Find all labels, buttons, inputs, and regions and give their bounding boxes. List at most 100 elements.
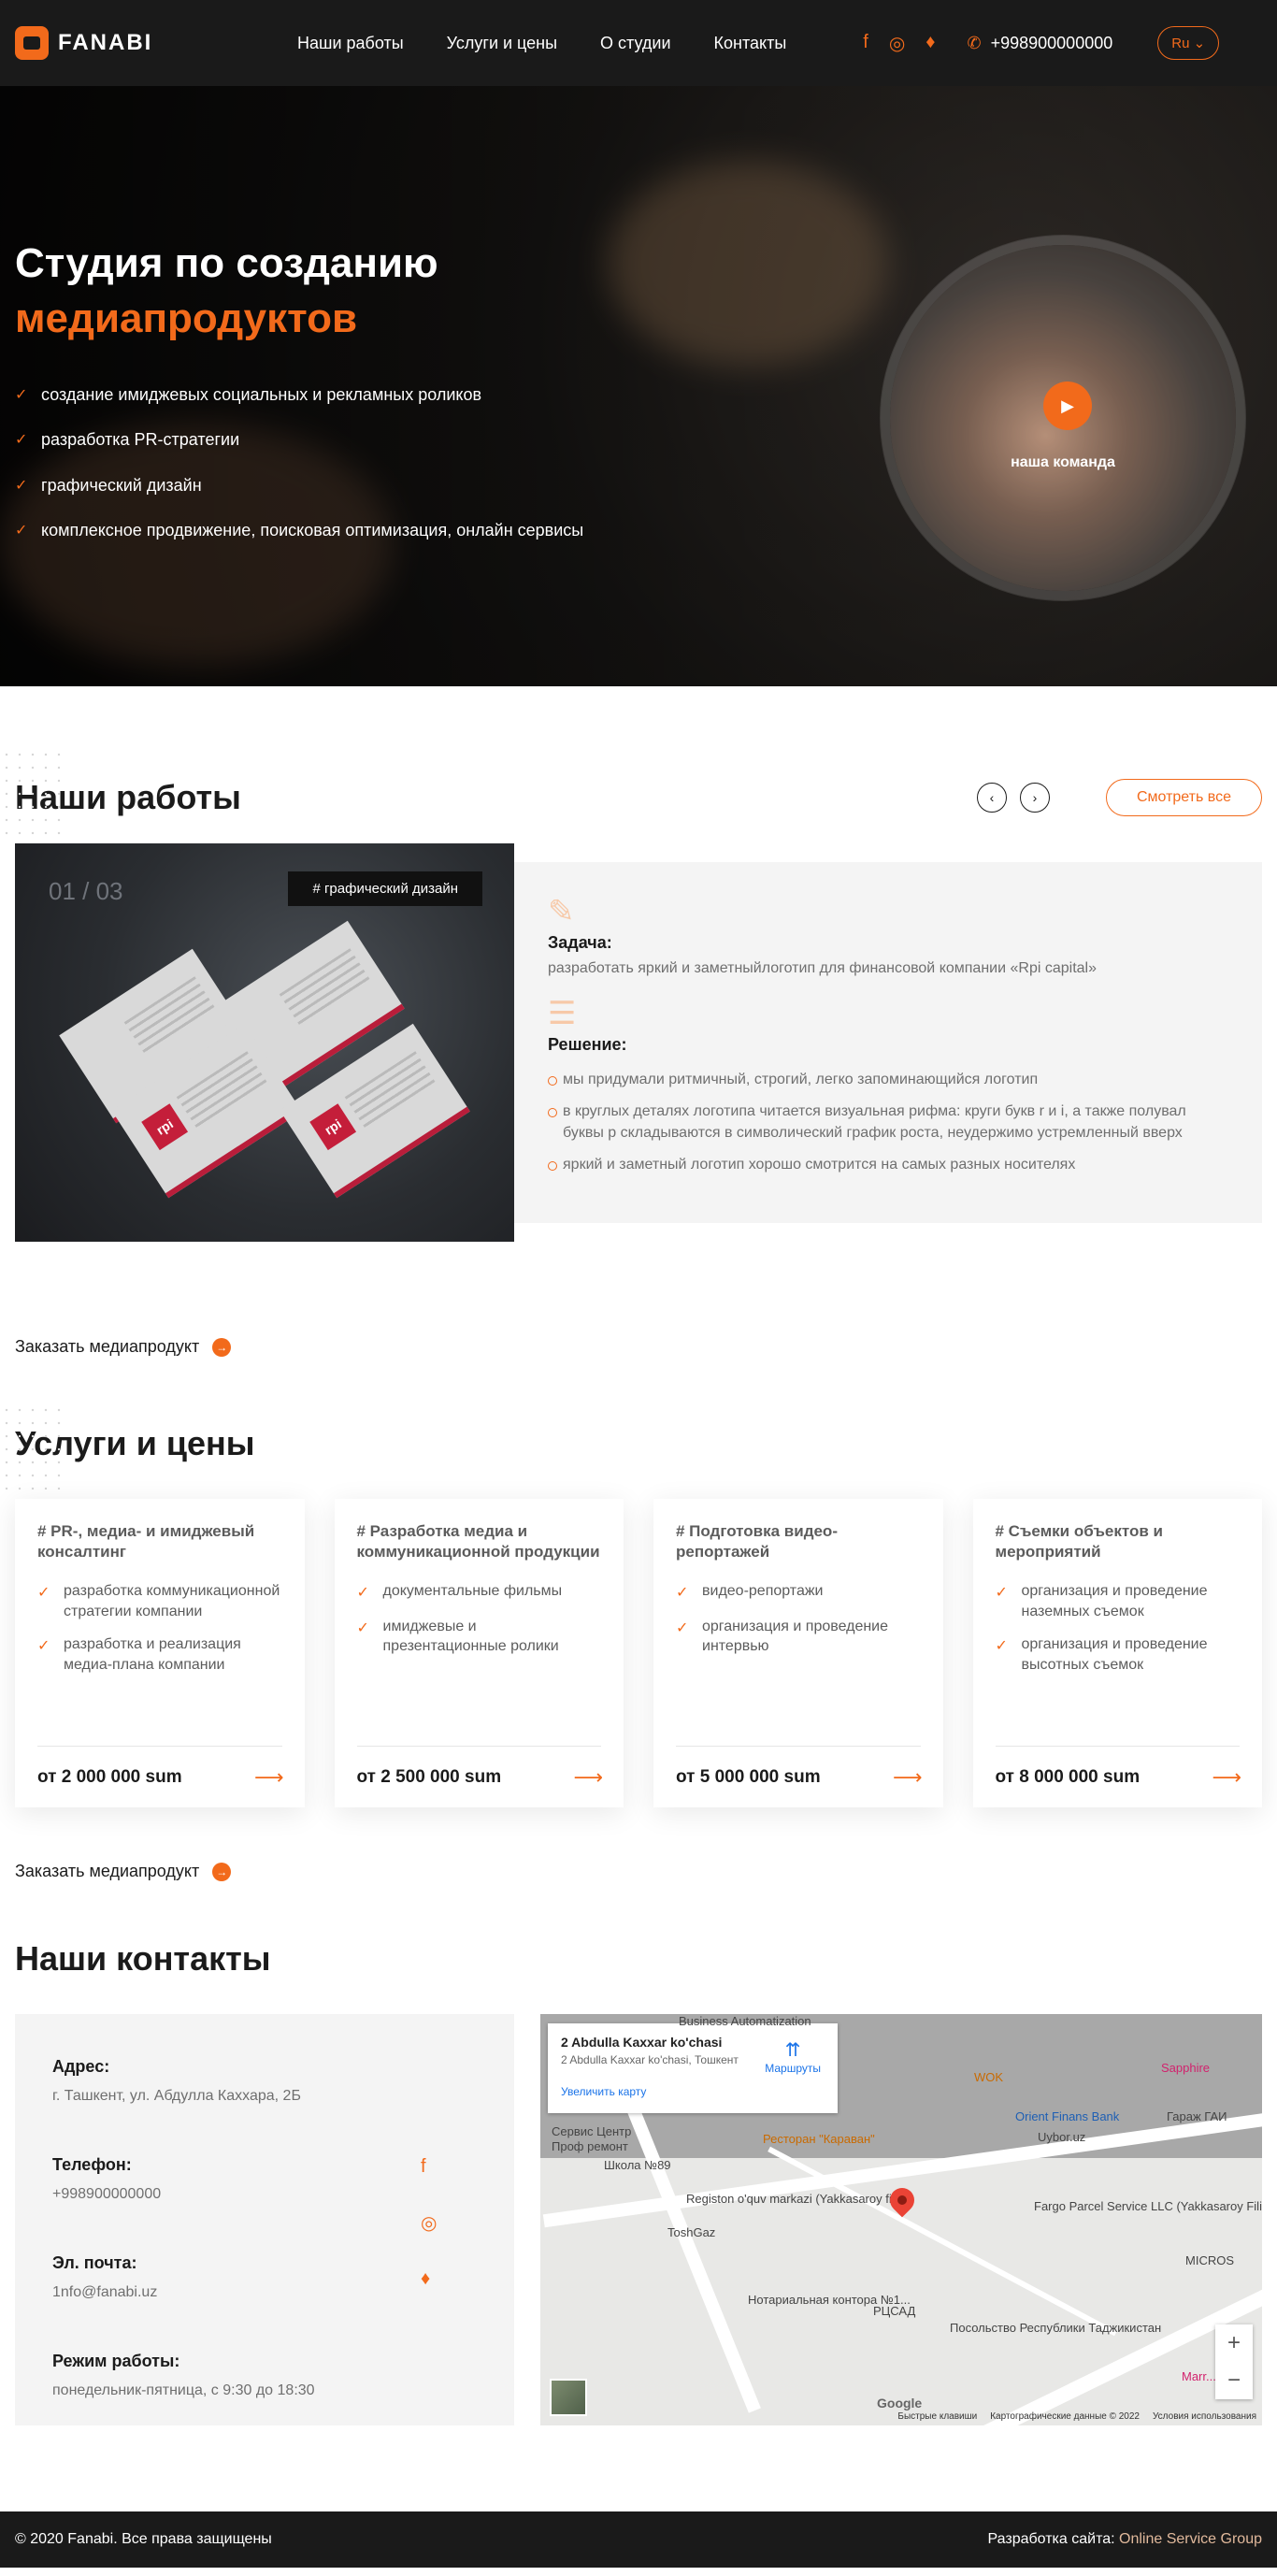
check-icon: ✓ xyxy=(15,477,28,494)
instagram-icon[interactable]: ◎ xyxy=(889,32,905,55)
service-title: # Подготовка видео-репортажей xyxy=(676,1522,838,1561)
service-price: от 5 000 000 sum xyxy=(676,1766,821,1787)
service-title: # Съемки объектов и мероприятий xyxy=(995,1522,1163,1561)
logo[interactable]: FANABI xyxy=(15,26,277,60)
map-poi: ToshGaz xyxy=(667,2225,716,2239)
service-item-text: имиджевые и презентационные ролики xyxy=(382,1618,559,1655)
map-poi: Школа №89 xyxy=(604,2158,671,2172)
solution-item: мы придумали ритмичный, строгий, легко з… xyxy=(548,1070,1228,1090)
arrow-right-icon: → xyxy=(212,1862,232,1881)
service-item-text: видео-репортажи xyxy=(702,1583,824,1600)
play-icon[interactable]: ▶ xyxy=(1043,381,1092,430)
enlarge-map-link[interactable]: Увеличить карту xyxy=(561,2085,825,2098)
service-price: от 2 000 000 sum xyxy=(37,1766,182,1787)
check-icon: ✓ xyxy=(15,523,28,540)
service-card[interactable]: # Подготовка видео-репортажей ✓ видео-реп… xyxy=(653,1499,943,1807)
arrow-right-icon[interactable]: ⟶ xyxy=(254,1765,284,1790)
works-controls: ‹ › Смотреть все xyxy=(976,779,1262,816)
header-phone[interactable]: ✆ +998900000000 xyxy=(968,34,1113,53)
map-poi: Business Automatization xyxy=(679,2014,811,2028)
zoom-in-button[interactable]: + xyxy=(1227,2330,1241,2356)
service-item-text: документальные фильмы xyxy=(382,1583,563,1600)
map-layer-toggle[interactable] xyxy=(550,2379,587,2416)
services-title: Услуги и цены xyxy=(15,1424,255,1462)
check-icon: ✓ xyxy=(15,386,28,403)
arrow-right-icon[interactable]: ⟶ xyxy=(893,1765,923,1790)
map-poi: Гараж ГАИ xyxy=(1167,2109,1227,2123)
map-poi: Ресторан "Караван" xyxy=(763,2132,875,2146)
order-link[interactable]: Заказать медиапродукт → xyxy=(15,1337,1262,1357)
work-image[interactable]: 01 / 03 # графический дизайн rpi rpi xyxy=(15,843,514,1242)
dots-decoration xyxy=(0,1403,65,1497)
works-header: Наши работы ‹ › Смотреть все xyxy=(15,686,1262,817)
map-footer: Быстрые клавиши Картографические данные … xyxy=(897,2411,1256,2422)
routes-button[interactable]: ⇈ Маршруты xyxy=(765,2038,821,2075)
service-item-text: организация и проведение высотных съемок xyxy=(1021,1636,1208,1673)
header-social: f ◎ ♦ xyxy=(863,32,935,55)
nav-item-contacts[interactable]: Контакты xyxy=(714,34,787,53)
service-list: ✓ документальные фильмы ✓ имиджевые и през… xyxy=(357,1581,602,1657)
twitter-icon[interactable]: ♦ xyxy=(421,2268,437,2290)
service-list: ✓ видео-репортажи ✓ организация и проведен… xyxy=(676,1581,921,1657)
contact-info: Адрес: г. Ташкент, ул. Абдулла Каххара, … xyxy=(15,2014,514,2425)
map[interactable]: 2 Abdulla Kaxxar ko'chasi 2 Abdulla Kaxx… xyxy=(540,2014,1262,2425)
address-label: Адрес: xyxy=(52,2057,110,2076)
services-grid: # PR-, медиа- и имиджевый консалтинг ✓ ра… xyxy=(15,1499,1262,1807)
work-description: ✎ Задача: разработать яркий и заметныйло… xyxy=(514,862,1262,1223)
email-value[interactable]: 1nfo@fanabi.uz xyxy=(52,2284,477,2301)
zoom-out-button[interactable]: − xyxy=(1227,2367,1241,2394)
map-terms-link[interactable]: Условия использования xyxy=(1153,2411,1256,2422)
order-link-label: Заказать медиапродукт xyxy=(15,1337,200,1356)
service-item: ✓ разработка коммуникационной стратегии к… xyxy=(37,1581,282,1621)
slide-counter: 01 / 03 xyxy=(49,877,123,905)
prev-arrow-button[interactable]: ‹ xyxy=(976,783,1007,813)
hero-list-text: комплексное продвижение, поисковая оптим… xyxy=(41,521,584,540)
next-arrow-button[interactable]: › xyxy=(1019,783,1050,813)
service-footer: от 5 000 000 sum ⟶ xyxy=(676,1746,923,1807)
google-logo: Google xyxy=(877,2396,923,2411)
arrow-right-icon: → xyxy=(212,1337,232,1357)
service-card[interactable]: # Разработка медиа и коммуникационной пр… xyxy=(334,1499,624,1807)
phone-label: Телефон: xyxy=(52,2155,132,2174)
service-footer: от 2 000 000 sum ⟶ xyxy=(37,1746,284,1807)
service-list: ✓ организация и проведение наземных съемо… xyxy=(996,1581,1241,1675)
language-select[interactable]: Ru ⌄ xyxy=(1157,26,1220,60)
service-item: ✓ видео-репортажи xyxy=(676,1581,921,1604)
hours-value: понедельник-пятница, с 9:30 до 18:30 xyxy=(52,2382,315,2398)
service-item: ✓ организация и проведение наземных съемо… xyxy=(996,1581,1241,1621)
team-video[interactable]: ▶ наша команда xyxy=(890,245,1236,591)
order-link-label: Заказать медиапродукт xyxy=(15,1862,200,1880)
task-label: Задача: xyxy=(548,933,612,952)
map-poi: Посольство Республики Таджикистан xyxy=(950,2321,1162,2335)
logo-icon xyxy=(15,26,49,60)
nav-item-services[interactable]: Услуги и цены xyxy=(447,34,557,53)
order-link[interactable]: Заказать медиапродукт → xyxy=(15,1862,1262,1881)
nav-item-about[interactable]: О студии xyxy=(600,34,670,53)
service-card[interactable]: # PR-, медиа- и имиджевый консалтинг ✓ ра… xyxy=(15,1499,305,1807)
twitter-icon[interactable]: ♦ xyxy=(925,32,935,55)
developer-link[interactable]: Online Service Group xyxy=(1119,2531,1262,2547)
hero-list-text: графический дизайн xyxy=(41,475,202,495)
site-header: FANABI Наши работы Услуги и цены О студи… xyxy=(0,0,1277,86)
hero-list-text: разработка PR-стратегии xyxy=(41,430,240,450)
instagram-icon[interactable]: ◎ xyxy=(421,2211,437,2235)
check-icon: ✓ xyxy=(356,1585,369,1602)
contacts-section: Наши контакты Адрес: г. Ташкент, ул. Абд… xyxy=(0,1939,1277,2425)
nav-item-works[interactable]: Наши работы xyxy=(297,34,404,53)
arrow-right-icon[interactable]: ⟶ xyxy=(573,1765,603,1790)
service-card[interactable]: # Съемки объектов и мероприятий ✓ организ… xyxy=(972,1499,1262,1807)
service-item-text: организация и проведение наземных съемок xyxy=(1021,1583,1208,1619)
phone-value[interactable]: +998900000000 xyxy=(52,2186,477,2203)
facebook-icon[interactable]: f xyxy=(421,2156,437,2178)
service-item: ✓ организация и проведение высотных съемо… xyxy=(996,1634,1241,1675)
work-card: 01 / 03 # графический дизайн rpi rpi ✎ З… xyxy=(15,843,1262,1242)
dots-decoration xyxy=(0,748,65,842)
see-all-button[interactable]: Смотреть все xyxy=(1105,779,1262,816)
work-tag: # графический дизайн xyxy=(288,871,482,906)
map-road xyxy=(916,2244,1262,2425)
arrow-right-icon[interactable]: ⟶ xyxy=(1212,1765,1241,1790)
hero-list: ✓ создание имиджевых социальных и рекламн… xyxy=(15,384,617,541)
facebook-icon[interactable]: f xyxy=(863,32,868,55)
solution-icon: ☰ xyxy=(548,996,577,1031)
map-shortcuts-link[interactable]: Быстрые клавиши xyxy=(897,2411,977,2422)
